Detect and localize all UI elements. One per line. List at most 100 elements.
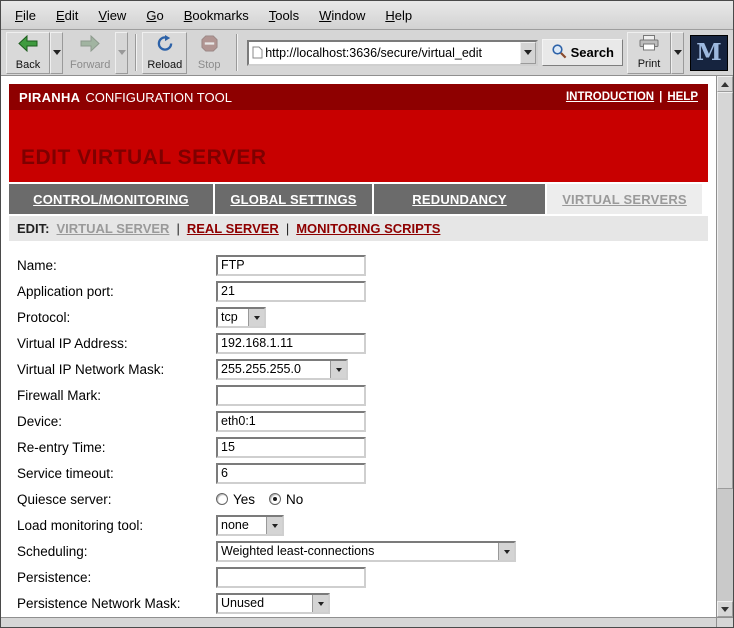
tab-virtual-servers[interactable]: VIRTUAL SERVERS: [547, 184, 702, 214]
stop-label: Stop: [198, 59, 221, 71]
title-band: EDIT VIRTUAL SERVER: [9, 110, 708, 182]
url-input[interactable]: [265, 43, 519, 63]
form-row-application-port: Application port:: [17, 278, 708, 304]
form-row-name: Name:: [17, 252, 708, 278]
search-icon: [551, 43, 567, 62]
chevron-down-icon: [674, 50, 682, 59]
application-port-input[interactable]: [216, 281, 366, 302]
scroll-up-button[interactable]: [717, 76, 733, 92]
piranha-header-bar: PIRANHA CONFIGURATION TOOL INTRODUCTION …: [9, 84, 708, 110]
persistence-network-mask-select-arrow-icon[interactable]: [312, 595, 328, 612]
introduction-link[interactable]: INTRODUCTION: [566, 91, 654, 103]
tab-global-settings[interactable]: GLOBAL SETTINGS: [215, 184, 372, 214]
quiesce-server-radio-yes[interactable]: [216, 493, 228, 505]
persistence-input[interactable]: [216, 567, 366, 588]
tab-bar: CONTROL/MONITORINGGLOBAL SETTINGSREDUNDA…: [9, 184, 708, 214]
printer-icon: [639, 35, 659, 56]
virtual-ip-network-mask-select-arrow-icon[interactable]: [330, 361, 346, 378]
virtual-ip-network-mask-select[interactable]: 255.255.255.0: [216, 359, 348, 380]
scrollbar-track[interactable]: [717, 92, 733, 601]
form-row-scheduling: Scheduling:Weighted least-connections: [17, 538, 708, 564]
subnav-links: VIRTUAL SERVER | REAL SERVER | MONITORING SC…: [57, 221, 441, 236]
edit-form: Name:Application port:Protocol:tcpVirtua…: [9, 241, 708, 616]
quiesce-server-label: Quiesce server:: [17, 492, 216, 507]
forward-dropdown[interactable]: [115, 32, 128, 74]
persistence-network-mask-select[interactable]: Unused: [216, 593, 330, 614]
vertical-scrollbar[interactable]: [716, 76, 733, 617]
subnav-separator: |: [176, 221, 179, 236]
menu-help[interactable]: Help: [375, 3, 422, 28]
persistence-label: Persistence:: [17, 570, 216, 585]
print-dropdown[interactable]: [671, 32, 684, 74]
forward-button[interactable]: Forward: [65, 32, 115, 74]
page-title: EDIT VIRTUAL SERVER: [21, 146, 267, 170]
load-monitoring-tool-select-arrow-icon[interactable]: [266, 517, 282, 534]
firewall-mark-input[interactable]: [216, 385, 366, 406]
menu-file[interactable]: File: [5, 3, 46, 28]
menu-go[interactable]: Go: [136, 3, 173, 28]
subnav-link-real-server[interactable]: REAL SERVER: [187, 221, 279, 236]
subnav-prefix: EDIT:: [17, 221, 50, 236]
service-timeout-input[interactable]: [216, 463, 366, 484]
form-row-virtual-ip-address: Virtual IP Address:: [17, 330, 708, 356]
search-button[interactable]: Search: [542, 39, 623, 66]
toolbar-separator: [135, 34, 137, 71]
print-label: Print: [638, 58, 661, 70]
print-button[interactable]: Print: [627, 32, 671, 74]
virtual-ip-address-input[interactable]: [216, 333, 366, 354]
resize-corner[interactable]: [716, 618, 733, 627]
service-timeout-label: Service timeout:: [17, 466, 216, 481]
help-link[interactable]: HELP: [667, 91, 698, 103]
menu-bookmarks[interactable]: Bookmarks: [174, 3, 259, 28]
tab-control-monitoring[interactable]: CONTROL/MONITORING: [9, 184, 213, 214]
forward-button-group: Forward: [65, 32, 128, 74]
virtual-ip-network-mask-label: Virtual IP Network Mask:: [17, 362, 216, 377]
mozilla-logo-icon[interactable]: M: [690, 35, 728, 71]
protocol-select-arrow-icon[interactable]: [248, 309, 264, 326]
application-port-label: Application port:: [17, 284, 216, 299]
tab-redundancy[interactable]: REDUNDANCY: [374, 184, 545, 214]
reload-icon: [156, 35, 174, 57]
page-icon: [249, 46, 265, 59]
persistence-network-mask-select-value: Unused: [218, 596, 312, 610]
browser-viewport: PIRANHA CONFIGURATION TOOL INTRODUCTION …: [1, 76, 733, 617]
page-content: PIRANHA CONFIGURATION TOOL INTRODUCTION …: [1, 76, 716, 617]
protocol-select[interactable]: tcp: [216, 307, 266, 328]
back-button[interactable]: Back: [6, 32, 50, 74]
name-input[interactable]: [216, 255, 366, 276]
subnav-link-monitoring-scripts[interactable]: MONITORING SCRIPTS: [296, 221, 440, 236]
reload-label: Reload: [147, 59, 182, 71]
scheduling-select-arrow-icon[interactable]: [498, 543, 514, 560]
subnav-separator: |: [286, 221, 289, 236]
scrollbar-thumb[interactable]: [717, 92, 733, 489]
subnav-link-virtual-server[interactable]: VIRTUAL SERVER: [57, 221, 170, 236]
stop-button[interactable]: Stop: [187, 32, 231, 74]
reload-button[interactable]: Reload: [142, 32, 187, 74]
arrow-down-icon: [721, 607, 729, 616]
quiesce-server-option-yes[interactable]: Yes: [216, 492, 255, 507]
back-dropdown[interactable]: [50, 32, 63, 74]
url-history-dropdown[interactable]: [520, 42, 536, 64]
name-label: Name:: [17, 258, 216, 273]
form-row-service-timeout: Service timeout:: [17, 460, 708, 486]
protocol-label: Protocol:: [17, 310, 216, 325]
back-button-group: Back: [6, 32, 63, 74]
menu-edit[interactable]: Edit: [46, 3, 88, 28]
device-input[interactable]: [216, 411, 366, 432]
toolbar-separator: [236, 34, 238, 71]
menu-window[interactable]: Window: [309, 3, 375, 28]
re-entry-time-input[interactable]: [216, 437, 366, 458]
form-row-re-entry-time: Re-entry Time:: [17, 434, 708, 460]
menu-view[interactable]: View: [88, 3, 136, 28]
quiesce-server-radio-no[interactable]: [269, 493, 281, 505]
load-monitoring-tool-select[interactable]: none: [216, 515, 284, 536]
form-row-protocol: Protocol:tcp: [17, 304, 708, 330]
quiesce-server-option-no[interactable]: No: [269, 492, 303, 507]
form-row-virtual-ip-network-mask: Virtual IP Network Mask:255.255.255.0: [17, 356, 708, 382]
form-row-device: Device:: [17, 408, 708, 434]
scroll-down-button[interactable]: [717, 601, 733, 617]
brand-subtitle: CONFIGURATION TOOL: [85, 90, 232, 105]
scheduling-select[interactable]: Weighted least-connections: [216, 541, 516, 562]
chevron-down-icon: [118, 50, 126, 59]
menu-tools[interactable]: Tools: [259, 3, 309, 28]
